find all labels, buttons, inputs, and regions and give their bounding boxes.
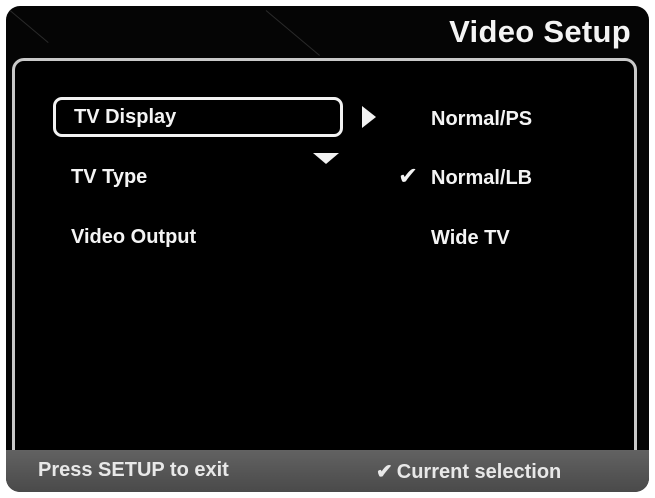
page-title: Video Setup <box>449 14 631 49</box>
menu-item-label: TV Display <box>74 106 177 128</box>
right-arrow-icon <box>362 106 376 128</box>
screen-glare <box>9 10 49 44</box>
menu-panel: TV Display TV Type Video Output Normal/P… <box>12 58 637 483</box>
current-selection-legend: ✔ Current selection <box>376 459 561 484</box>
screen-glare <box>265 10 320 56</box>
menu-item-tv-display[interactable]: TV Display <box>53 97 343 137</box>
option-normal-lb[interactable]: Normal/LB <box>431 158 532 198</box>
menu-item-label: TV Type <box>71 166 148 188</box>
status-bar: Press SETUP to exit ✔ Current selection <box>6 450 649 492</box>
check-icon: ✔ <box>398 163 419 190</box>
option-normal-ps[interactable]: Normal/PS <box>431 99 532 139</box>
option-wide-tv[interactable]: Wide TV <box>431 218 510 258</box>
check-icon: ✔ <box>376 461 393 483</box>
tv-screen: Video Setup TV Display TV Type Video Out… <box>6 6 649 492</box>
menu-item-video-output[interactable]: Video Output <box>53 217 343 257</box>
menu-item-label: Video Output <box>71 226 197 248</box>
legend-label: Current selection <box>396 461 562 483</box>
exit-hint: Press SETUP to exit <box>38 459 229 481</box>
menu-item-tv-type[interactable]: TV Type <box>53 157 343 197</box>
